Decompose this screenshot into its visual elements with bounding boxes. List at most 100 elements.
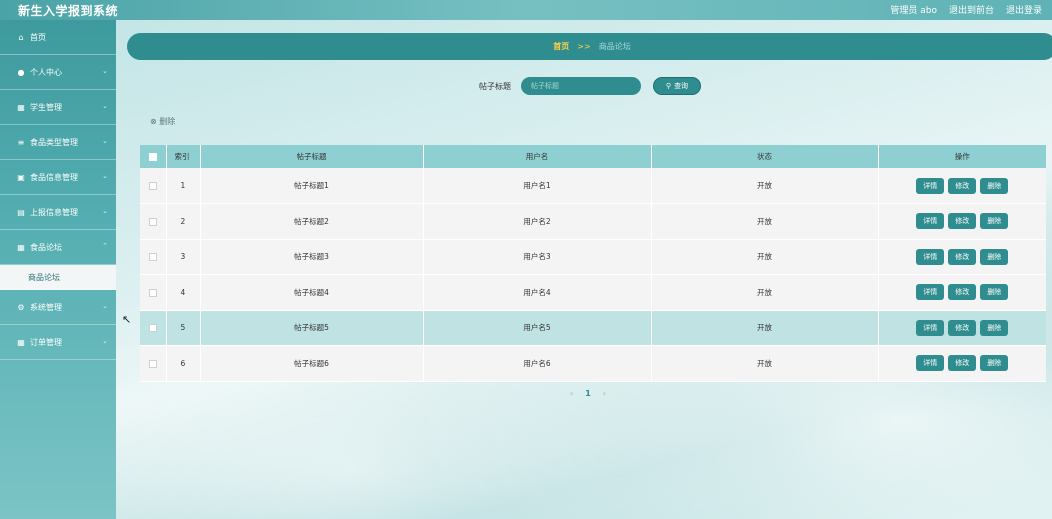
column-header-actions: 操作 [954, 152, 970, 161]
card-icon: ▣ [17, 172, 25, 182]
sidebar-item-home[interactable]: ⌂ 首页 [0, 20, 116, 55]
row-user: 用户名6 [423, 345, 652, 381]
row-checkbox[interactable] [148, 253, 157, 262]
mouse-cursor-icon: ↖ [122, 313, 132, 326]
edit-button[interactable]: 修改 [948, 355, 977, 372]
delete-button[interactable]: 删除 [980, 177, 1009, 194]
sidebar-item-label: 系统管理 [30, 302, 62, 312]
table-row: 6 帖子标题6 用户名6 开放 详情 修改 删除 [140, 345, 1046, 382]
detail-button[interactable]: 详情 [916, 355, 945, 372]
detail-button[interactable]: 详情 [916, 248, 945, 265]
edit-button[interactable]: 修改 [948, 213, 977, 230]
row-title: 帖子标题5 [200, 310, 424, 346]
sidebar-item-food-types[interactable]: ≡ 食品类型管理 ⌄ [0, 125, 116, 160]
delete-button[interactable]: 删除 [980, 213, 1009, 230]
row-title: 帖子标题6 [200, 345, 424, 381]
logout-link[interactable]: 退出登录 [1006, 3, 1042, 16]
select-all-checkbox[interactable] [148, 153, 157, 161]
home-icon: ⌂ [18, 32, 24, 42]
edit-button[interactable]: 修改 [948, 284, 977, 301]
edit-button[interactable]: 修改 [948, 319, 977, 336]
pagination: ‹ 1 › [570, 389, 606, 398]
row-select-cell [140, 310, 167, 346]
app-title: 新生入学报到系统 [18, 4, 119, 18]
current-page[interactable]: 1 [585, 389, 591, 398]
column-header-status: 状态 [651, 145, 879, 168]
row-select-cell [140, 168, 167, 204]
table-row: 3 帖子标题3 用户名3 开放 详情 修改 删除 [140, 239, 1046, 275]
table-row: 4 帖子标题4 用户名4 开放 详情 修改 删除 [140, 274, 1046, 310]
top-bar: 新生入学报到系统 管理员 abo 退出到前台 退出登录 [0, 0, 1052, 20]
row-actions: 详情 修改 删除 [878, 310, 1046, 346]
row-index: 3 [166, 239, 201, 275]
sidebar-item-label: 上报信息管理 [30, 207, 78, 217]
row-checkbox[interactable] [148, 324, 157, 333]
search-label: 帖子标题 [479, 81, 511, 91]
sidebar-item-label: 食品论坛 [30, 242, 62, 252]
user-icon: ● [17, 67, 25, 77]
search-icon: ⚲ [665, 82, 672, 90]
delete-button[interactable]: 删除 [980, 248, 1009, 265]
edit-button[interactable]: 修改 [948, 248, 977, 265]
breadcrumb: 首页 >> 商品论坛 [127, 33, 1052, 60]
row-status: 开放 [651, 239, 879, 275]
sidebar-item-food-forum[interactable]: ▦ 食品论坛 ⌃ [0, 230, 116, 265]
row-title: 帖子标题3 [200, 239, 424, 275]
chevron-down-icon: ⌄ [102, 302, 108, 310]
sidebar-item-orders[interactable]: ▦ 订单管理 ⌄ [0, 325, 116, 360]
row-checkbox[interactable] [148, 217, 157, 226]
sidebar-subitem-product-forum[interactable]: 商品论坛 [0, 265, 116, 290]
detail-button[interactable]: 详情 [916, 319, 945, 336]
sidebar-item-students[interactable]: ▦ 学生管理 ⌄ [0, 90, 116, 125]
chevron-down-icon: ⌄ [102, 207, 108, 215]
forum-table: 索引 帖子标题 用户名 状态 操作 1 帖子标题1 用户名1 开放 详情 修改 删除 2 帖子标… [140, 145, 1046, 382]
trash-icon: ⊗ [150, 117, 157, 126]
sidebar-item-label: 食品信息管理 [30, 172, 78, 182]
sidebar-item-profile[interactable]: ● 个人中心 ⌄ [0, 55, 116, 90]
chevron-down-icon: ⌄ [102, 337, 108, 345]
search-bar: 帖子标题 ⚲ 查询 [479, 77, 701, 95]
search-button-label: 查询 [674, 82, 689, 90]
row-actions: 详情 修改 删除 [878, 346, 1046, 382]
row-select-cell [140, 274, 167, 310]
row-checkbox[interactable] [148, 182, 157, 190]
column-header-index: 索引 [166, 145, 201, 168]
edit-button[interactable]: 修改 [948, 177, 977, 194]
detail-button[interactable]: 详情 [916, 213, 945, 230]
gear-icon: ⚙ [17, 302, 25, 312]
row-index: 4 [166, 274, 201, 310]
row-user: 用户名5 [423, 310, 652, 346]
bulk-delete-button[interactable]: ⊗ 删除 [150, 116, 175, 127]
sidebar-item-food-info[interactable]: ▣ 食品信息管理 ⌄ [0, 160, 116, 195]
row-user: 用户名3 [423, 239, 652, 275]
sidebar-item-label: 首页 [30, 32, 46, 42]
sidebar-subitem-label: 商品论坛 [28, 272, 60, 282]
delete-button[interactable]: 删除 [980, 355, 1009, 372]
sidebar-item-system[interactable]: ⚙ 系统管理 ⌄ [0, 290, 116, 325]
sidebar-item-label: 订单管理 [30, 337, 62, 347]
row-user: 用户名2 [423, 203, 652, 239]
prev-page-button[interactable]: ‹ [570, 389, 573, 398]
grid-icon: ▦ [17, 242, 25, 252]
row-status: 开放 [651, 203, 879, 239]
sidebar-item-label: 食品类型管理 [30, 137, 78, 147]
topbar-actions: 管理员 abo 退出到前台 退出登录 [890, 3, 1042, 16]
breadcrumb-home[interactable]: 首页 [553, 41, 569, 52]
search-input[interactable] [521, 77, 641, 95]
row-index: 6 [166, 345, 201, 381]
sidebar: ⌂ 首页 ● 个人中心 ⌄ ▦ 学生管理 ⌄ ≡ 食品类型管理 ⌄ ▣ 食品信息… [0, 20, 116, 519]
select-all-cell [140, 145, 167, 168]
breadcrumb-current: 商品论坛 [598, 42, 631, 51]
row-select-cell [140, 203, 167, 239]
delete-button[interactable]: 删除 [980, 284, 1009, 301]
next-page-button[interactable]: › [603, 389, 606, 398]
back-to-frontend-link[interactable]: 退出到前台 [949, 3, 994, 16]
row-checkbox[interactable] [148, 359, 157, 368]
delete-button[interactable]: 删除 [980, 319, 1009, 336]
search-button[interactable]: ⚲ 查询 [653, 77, 701, 95]
detail-button[interactable]: 详情 [916, 177, 945, 194]
sidebar-item-reports[interactable]: ▤ 上报信息管理 ⌄ [0, 195, 116, 230]
detail-button[interactable]: 详情 [916, 284, 945, 301]
table-row: 2 帖子标题2 用户名2 开放 详情 修改 删除 [140, 203, 1046, 239]
row-checkbox[interactable] [148, 288, 157, 297]
